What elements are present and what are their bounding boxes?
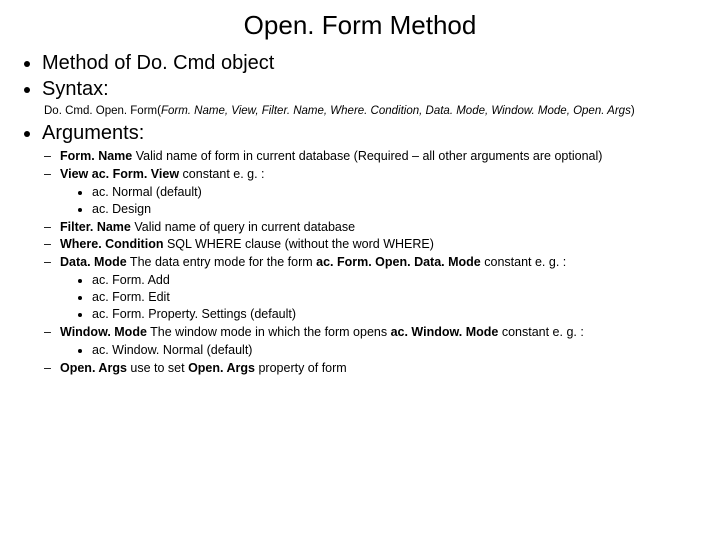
arg-windowmode-text1: The window mode in which the form opens	[147, 325, 391, 339]
top-list: Method of Do. Cmd object Syntax:	[24, 51, 702, 102]
arg-windowmode-constant: ac. Window. Mode	[391, 325, 499, 339]
arg-windowmode-text2: constant e. g. :	[498, 325, 583, 339]
arg-view-constant: ac. Form. View	[92, 167, 179, 181]
syntax-prefix: Do. Cmd. Open. Form(	[44, 105, 161, 117]
arg-openargs-label: Open. Args	[60, 361, 127, 375]
arg-openargs-text1: use to set	[127, 361, 188, 375]
arg-formname-label: Form. Name	[60, 149, 132, 163]
arg-formname: Form. Name Valid name of form in current…	[44, 148, 702, 165]
arguments-list: Form. Name Valid name of form in current…	[44, 148, 702, 376]
arg-filtername-text: Valid name of query in current database	[131, 220, 355, 234]
arg-formname-text: Valid name of form in current database (…	[132, 149, 602, 163]
arg-view-sub-normal: ac. Normal (default)	[92, 184, 702, 201]
arg-wherecondition: Where. Condition SQL WHERE clause (witho…	[44, 236, 702, 253]
arg-view-sublist: ac. Normal (default) ac. Design	[78, 184, 702, 218]
arg-windowmode: Window. Mode The window mode in which th…	[44, 324, 702, 359]
arg-wherecondition-text: SQL WHERE clause (without the word WHERE…	[163, 237, 433, 251]
arg-wherecondition-label: Where. Condition	[60, 237, 163, 251]
syntax-suffix: )	[631, 105, 635, 117]
arg-openargs-text2: property of form	[255, 361, 347, 375]
arg-filtername: Filter. Name Valid name of query in curr…	[44, 219, 702, 236]
syntax-line: Do. Cmd. Open. Form(Form. Name, View, Fi…	[44, 105, 702, 117]
arg-windowmode-sub-normal: ac. Window. Normal (default)	[92, 342, 702, 359]
arg-datamode-constant: ac. Form. Open. Data. Mode	[316, 255, 481, 269]
arg-openargs-bold: Open. Args	[188, 361, 255, 375]
arg-datamode-text2: constant e. g. :	[481, 255, 566, 269]
arg-view-sub-design: ac. Design	[92, 201, 702, 218]
arg-openargs: Open. Args use to set Open. Args propert…	[44, 360, 702, 377]
top-list-2: Arguments:	[24, 121, 702, 146]
top-item-arguments: Arguments:	[42, 121, 702, 146]
arg-datamode-sub-add: ac. Form. Add	[92, 272, 702, 289]
arg-filtername-label: Filter. Name	[60, 220, 131, 234]
arg-datamode-sub-property: ac. Form. Property. Settings (default)	[92, 306, 702, 323]
arg-view-post: constant e. g. :	[179, 167, 264, 181]
top-item-syntax: Syntax:	[42, 77, 702, 102]
arg-datamode-sublist: ac. Form. Add ac. Form. Edit ac. Form. P…	[78, 272, 702, 323]
syntax-args: Form. Name, View, Filter. Name, Where. C…	[161, 105, 631, 117]
slide-title: Open. Form Method	[18, 10, 702, 41]
arg-datamode-label: Data. Mode	[60, 255, 127, 269]
arg-view-label: View	[60, 167, 88, 181]
top-item-method: Method of Do. Cmd object	[42, 51, 702, 76]
arg-datamode: Data. Mode The data entry mode for the f…	[44, 254, 702, 323]
arg-windowmode-sublist: ac. Window. Normal (default)	[78, 342, 702, 359]
arg-datamode-text1: The data entry mode for the form	[127, 255, 316, 269]
arg-view: View ac. Form. View constant e. g. : ac.…	[44, 166, 702, 218]
slide: Open. Form Method Method of Do. Cmd obje…	[0, 0, 720, 376]
arg-windowmode-label: Window. Mode	[60, 325, 147, 339]
arg-datamode-sub-edit: ac. Form. Edit	[92, 289, 702, 306]
